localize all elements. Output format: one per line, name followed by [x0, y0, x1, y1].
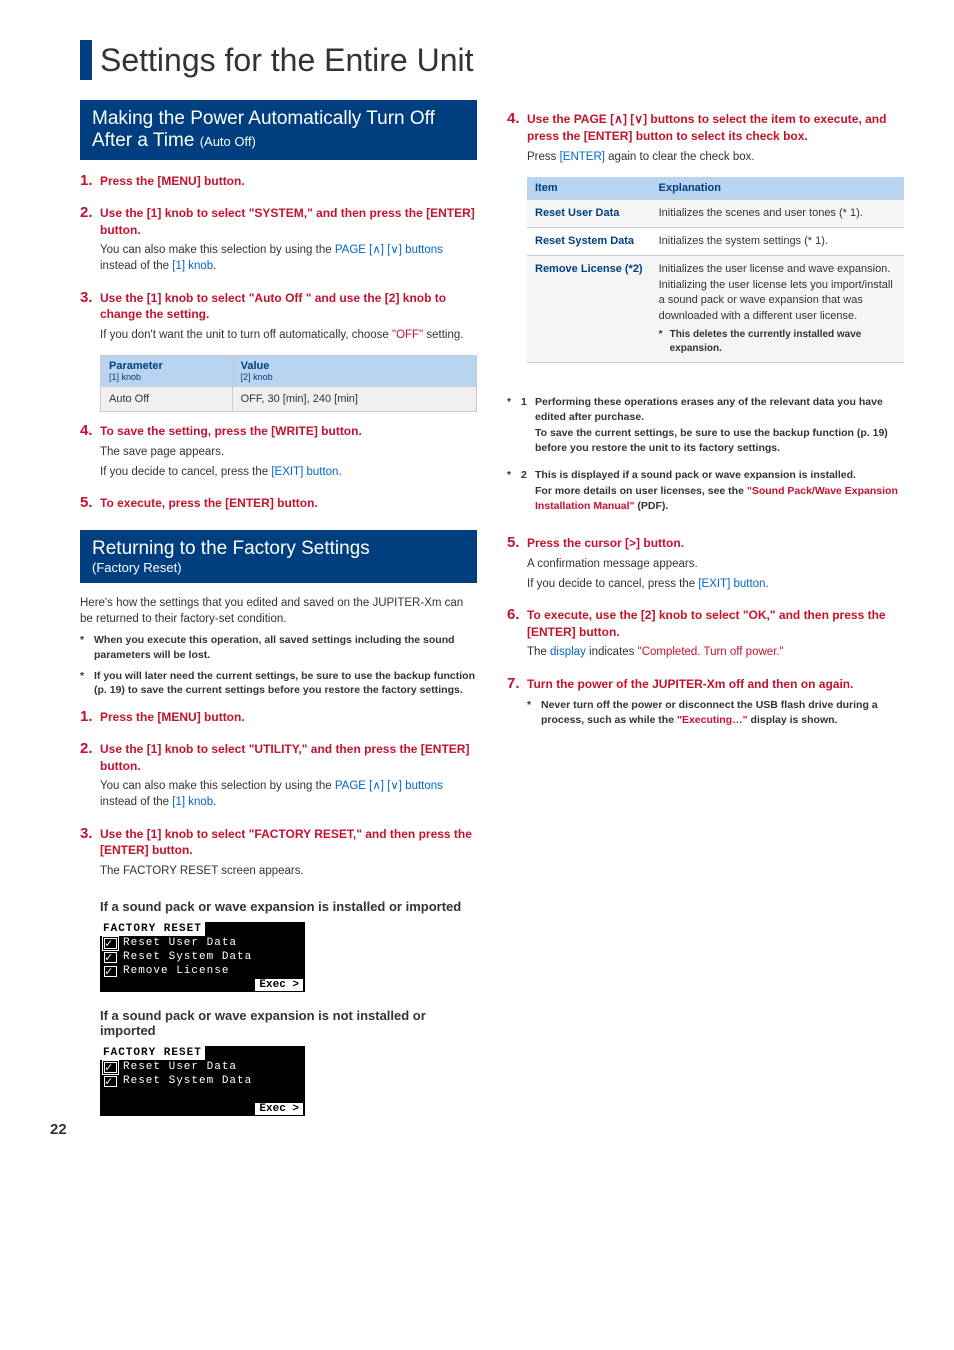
sub-installed: If a sound pack or wave expansion is ins…: [100, 899, 477, 914]
checkbox-icon: [104, 938, 117, 949]
factory-reset-intro: Here's how the settings that you edited …: [80, 595, 477, 627]
checkbox-icon: [104, 952, 117, 963]
factory-reset-screen-installed: FACTORY RESET Reset User Data Reset Syst…: [100, 922, 305, 992]
factory-reset-note2: *If you will later need the current sett…: [80, 669, 477, 698]
checkbox-icon: [104, 1062, 117, 1073]
left-column: Making the Power Automatically Turn Off …: [80, 100, 477, 1128]
section-auto-off-heading: Making the Power Automatically Turn Off …: [80, 100, 477, 160]
auto-off-step1: 1. Press the [MENU] button.: [80, 172, 477, 194]
factory-reset-item-table: ItemExplanation Reset User DataInitializ…: [527, 177, 904, 363]
checkbox-icon: [104, 1076, 117, 1087]
footnote-2: *2 This is displayed if a sound pack or …: [507, 468, 904, 514]
page-title: Settings for the Entire Unit: [100, 42, 474, 79]
factory-step2: 2. Use the [1] knob to select "UTILITY,"…: [80, 740, 477, 815]
footnote-1: *1 Performing these operations erases an…: [507, 395, 904, 456]
section-factory-reset-heading: Returning to the Factory Settings (Facto…: [80, 530, 477, 583]
page-number: 22: [50, 1121, 67, 1138]
factory-reset-note1: *When you execute this operation, all sa…: [80, 633, 477, 662]
auto-off-step2: 2. Use the [1] knob to select "SYSTEM," …: [80, 204, 477, 279]
factory-step3: 3. Use the [1] knob to select "FACTORY R…: [80, 825, 477, 884]
auto-off-step4: 4. To save the setting, press the [WRITE…: [80, 422, 477, 484]
page-title-bar: Settings for the Entire Unit: [80, 40, 904, 80]
factory-reset-screen-not-installed: FACTORY RESET Reset User Data Reset Syst…: [100, 1046, 305, 1116]
checkbox-icon: [104, 966, 117, 977]
auto-off-step3: 3. Use the [1] knob to select "Auto Off …: [80, 289, 477, 348]
factory-step7: 7. Turn the power of the JUPITER-Xm off …: [507, 675, 904, 728]
sub-not-installed: If a sound pack or wave expansion is not…: [100, 1008, 477, 1038]
right-column: 4. Use the PAGE [∧] [∨] buttons to selec…: [507, 100, 904, 1128]
factory-step4: 4. Use the PAGE [∧] [∨] buttons to selec…: [507, 110, 904, 169]
factory-step5: 5. Press the cursor [>] button. A confir…: [507, 534, 904, 596]
factory-step6: 6. To execute, use the [2] knob to selec…: [507, 606, 904, 665]
auto-off-param-table: Parameter[1] knob Value[2] knob Auto Off…: [100, 355, 477, 412]
auto-off-step5: 5. To execute, press the [ENTER] button.: [80, 494, 477, 516]
factory-step1: 1. Press the [MENU] button.: [80, 708, 477, 730]
